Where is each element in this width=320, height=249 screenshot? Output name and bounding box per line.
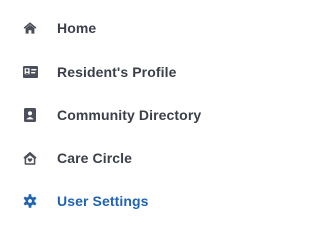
id-card-icon <box>22 64 38 80</box>
home-icon <box>22 20 38 36</box>
sidebar-item-label: Community Directory <box>57 107 202 123</box>
address-book-icon <box>22 107 38 123</box>
gear-icon <box>22 193 38 209</box>
sidebar-item-residents-profile[interactable]: Resident's Profile <box>0 54 277 90</box>
sidebar-item-label: Resident's Profile <box>57 64 177 80</box>
sidebar-item-home[interactable]: Home <box>0 10 277 46</box>
sidebar-item-care-circle[interactable]: Care Circle <box>0 140 277 176</box>
sidebar-item-user-settings[interactable]: User Settings <box>0 183 277 219</box>
sidebar-nav: Home Resident's Profile Community Direct… <box>0 0 277 249</box>
sidebar-item-label: Care Circle <box>57 150 133 166</box>
sidebar-item-community-directory[interactable]: Community Directory <box>0 97 277 133</box>
house-heart-icon <box>22 150 38 166</box>
sidebar-item-label: User Settings <box>57 193 149 209</box>
sidebar-item-label: Home <box>57 20 97 36</box>
